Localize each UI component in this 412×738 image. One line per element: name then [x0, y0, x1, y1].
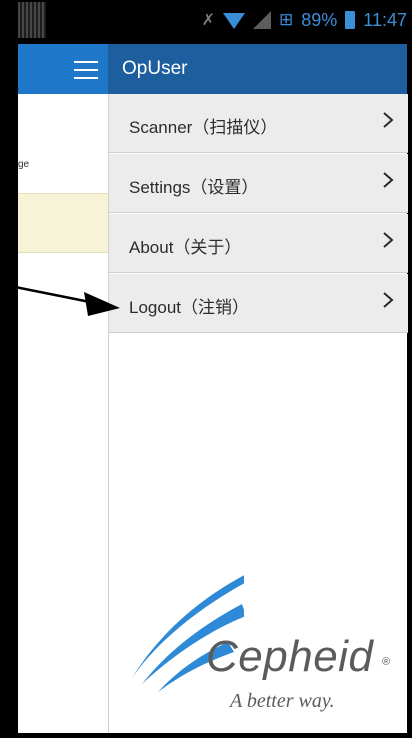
menu-item-about[interactable]: About（关于）	[109, 214, 408, 273]
battery-icon	[345, 11, 356, 29]
barcode-icon	[18, 2, 46, 38]
menu-item-label: Logout（注销）	[129, 298, 249, 317]
signal-icon	[253, 11, 271, 29]
status-bar: ✗ ⊞ 89% 11:47	[18, 0, 407, 44]
menu-item-scanner[interactable]: Scanner（扫描仪）	[109, 94, 408, 153]
chevron-right-icon	[383, 112, 394, 128]
wifi-icon	[223, 13, 245, 29]
frame-left	[0, 0, 18, 738]
frame-bottom	[0, 733, 412, 738]
chevron-right-icon	[383, 232, 394, 248]
mute-icon: ✗	[201, 12, 215, 29]
app-title: OpUser	[122, 58, 188, 79]
cepheid-logo: Cepheid ® A better way.	[124, 570, 406, 720]
battery-percentage: 89%	[301, 9, 338, 30]
data-icon: ⊞	[279, 10, 294, 29]
logo-tagline: A better way.	[230, 690, 335, 712]
menu-item-label: Settings（设置）	[129, 178, 259, 197]
background-highlight-row	[18, 193, 108, 253]
menu-item-logout[interactable]: Logout（注销）	[109, 274, 408, 333]
logo-wordmark: Cepheid	[206, 632, 374, 681]
registered-mark: ®	[382, 656, 391, 668]
menu-item-label: About（关于）	[129, 238, 242, 257]
menu-item-label: Scanner（扫描仪）	[129, 118, 278, 137]
status-time: 11:47	[363, 9, 407, 30]
hamburger-icon[interactable]	[74, 61, 98, 79]
status-indicators: ✗ ⊞ 89% 11:47	[202, 8, 407, 32]
menu-item-settings[interactable]: Settings（设置）	[109, 154, 408, 213]
chevron-right-icon	[383, 292, 394, 308]
background-text-fragment: ge	[18, 159, 30, 170]
chevron-right-icon	[383, 172, 394, 188]
background-content	[18, 94, 108, 733]
